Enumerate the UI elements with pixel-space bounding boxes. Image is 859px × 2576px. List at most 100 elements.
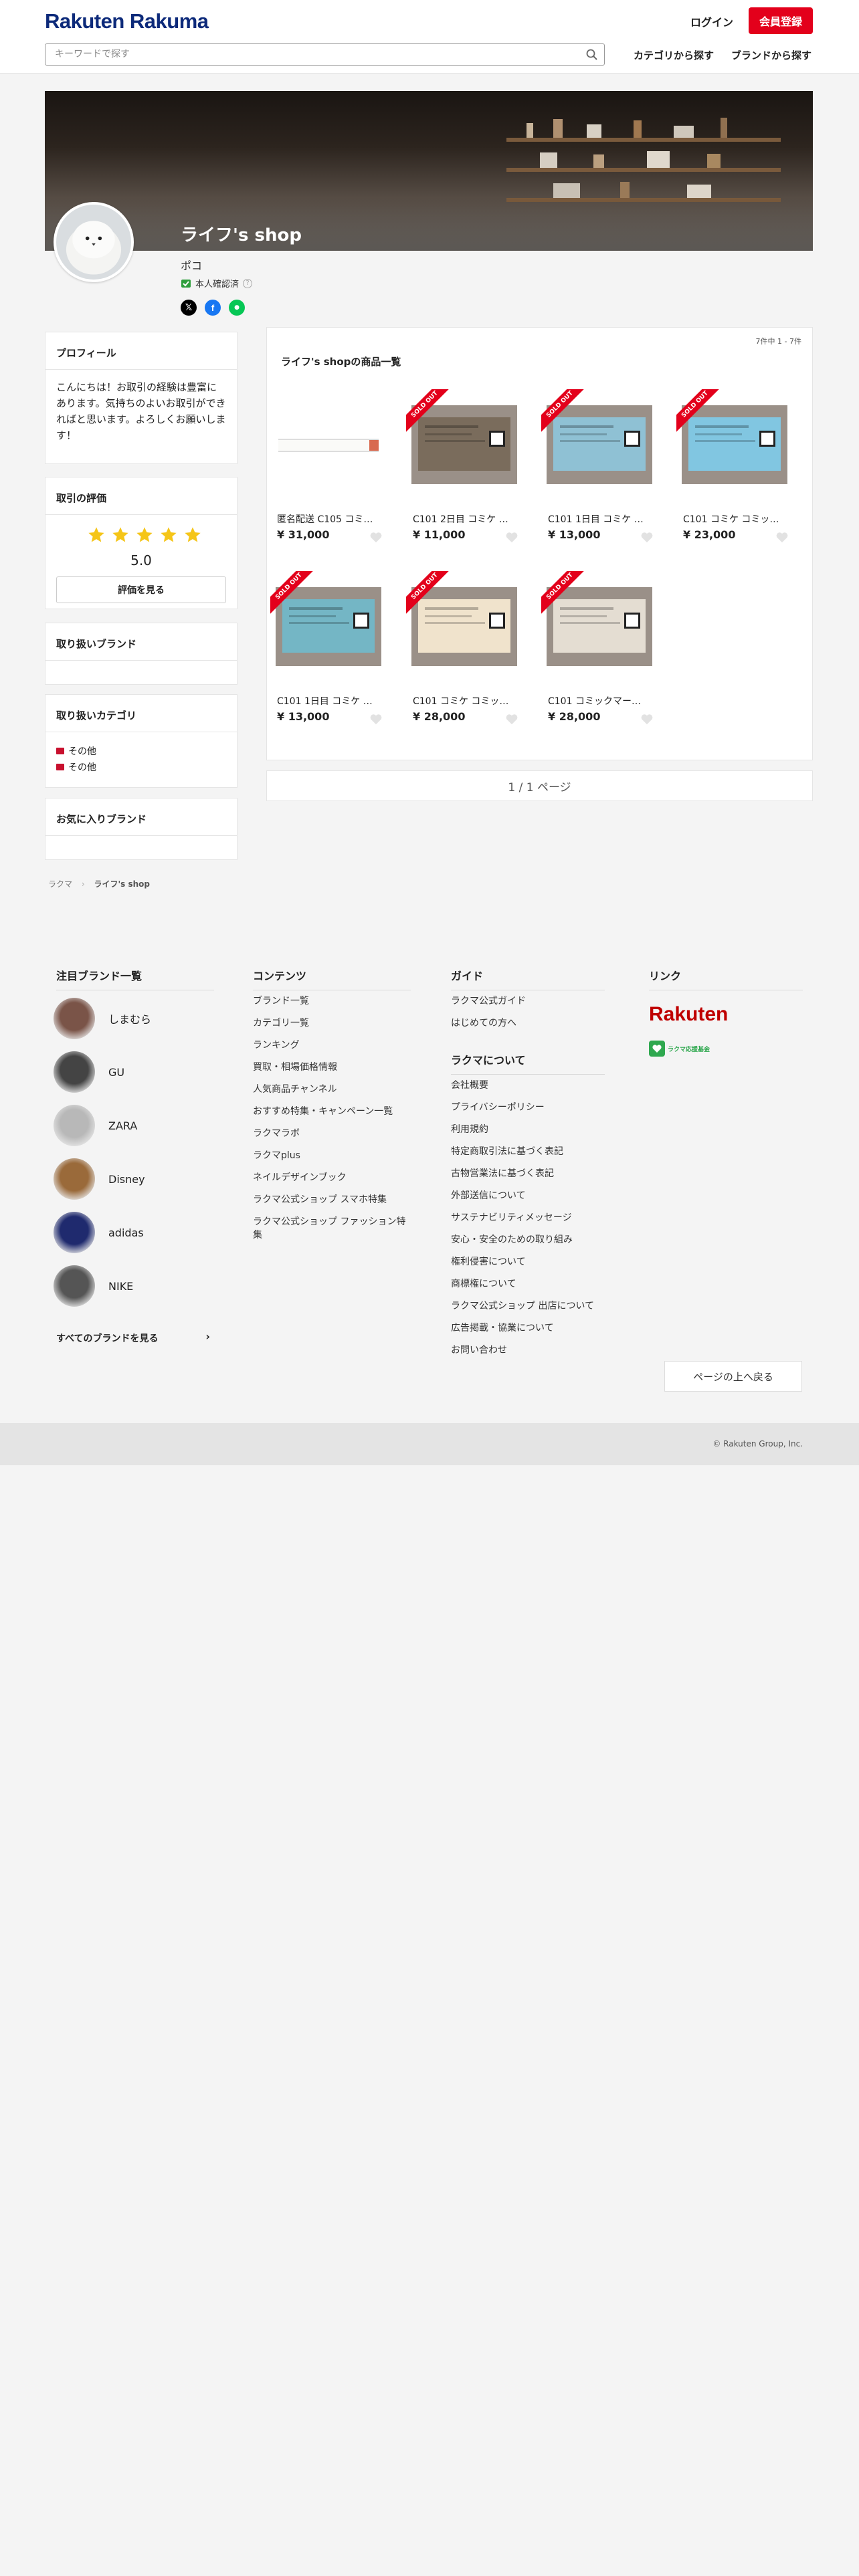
product-price: ¥ 23,000 (683, 528, 736, 541)
footer-contents-link[interactable]: おすすめ特集・キャンペーン一覧 (253, 1105, 407, 1119)
favorite-heart-icon[interactable] (505, 531, 518, 543)
nav-brand[interactable]: ブランドから探す (731, 48, 812, 62)
charity-logo[interactable]: ラクマ応援基金 (649, 1041, 710, 1057)
rating-stars (87, 526, 202, 544)
brand-name: NIKE (108, 1279, 134, 1293)
nav-category[interactable]: カテゴリから探す (634, 48, 714, 62)
product-list-title: ライフ's shopの商品一覧 (281, 356, 401, 368)
verified-badge: 本人確認済 ? (181, 277, 253, 290)
categories-title: 取り扱いカテゴリ (45, 695, 237, 732)
brand-image (54, 998, 95, 1039)
footer-about-link[interactable]: プライバシーポリシー (451, 1101, 605, 1115)
footer-contents-link[interactable]: ランキング (253, 1039, 407, 1053)
footer-about-link[interactable]: 権利侵害について (451, 1256, 605, 1269)
product-price: ¥ 31,000 (277, 528, 330, 541)
brand-name: adidas (108, 1226, 144, 1239)
product-card[interactable]: SOLD OUT C101 2日目 コミケ コミックマーケット ¥ 11,000 (406, 389, 521, 543)
product-name[interactable]: C101 コミケ コミックマーケット (683, 512, 783, 526)
footer-about-link[interactable]: 安心・安全のための取り組み (451, 1234, 605, 1247)
sold-out-badge: SOLD OUT (406, 571, 453, 618)
footer-contents-link[interactable]: 人気商品チャンネル (253, 1083, 407, 1097)
sold-out-badge: SOLD OUT (270, 571, 317, 618)
sold-out-badge: SOLD OUT (676, 389, 723, 436)
search-input[interactable] (55, 49, 577, 60)
footer-brand-item[interactable]: adidas (54, 1210, 144, 1255)
brand-image (54, 1158, 95, 1200)
product-image[interactable] (276, 405, 381, 484)
footer-contents-link[interactable]: 買取・相場価格情報 (253, 1061, 407, 1075)
favorite-heart-icon[interactable] (640, 531, 654, 543)
star-icon (112, 527, 128, 542)
rating-card: 取引の評価 5.0 評価を見る (45, 477, 237, 609)
product-card[interactable]: 匿名配送 C105 コミックマーケット105 ¥ 31,000 (270, 389, 385, 543)
footer-about-link[interactable]: お問い合わせ (451, 1344, 605, 1358)
footer-guide-link[interactable]: はじめての方へ (451, 1017, 605, 1031)
footer-about-link[interactable]: 広告掲載・協業について (451, 1322, 605, 1335)
footer-about-link[interactable]: 利用規約 (451, 1123, 605, 1137)
rakuma-logo[interactable]: Rakuten Rakuma (45, 9, 209, 33)
footer-contents-link[interactable]: ラクマ公式ショップ スマホ特集 (253, 1194, 407, 1207)
category-item[interactable]: その他 (56, 744, 96, 758)
footer-about-link[interactable]: 外部送信について (451, 1190, 605, 1203)
product-card[interactable]: SOLD OUT C101 コミックマーケット ¥ 28,000 (541, 571, 656, 725)
all-brands-link[interactable]: すべてのブランドを見る › (56, 1330, 210, 1345)
favorite-heart-icon[interactable] (369, 713, 383, 725)
footer-about-link[interactable]: 古物営業法に基づく表記 (451, 1168, 605, 1181)
profile-card: プロフィール こんにちは！お取引の経験は豊富にあります。気持ちのよいお取引ができ… (45, 332, 237, 464)
footer-brand-item[interactable]: NIKE (54, 1264, 133, 1308)
product-name[interactable]: C101 コミケ コミックマーケット (413, 694, 513, 708)
favorite-heart-icon[interactable] (640, 713, 654, 725)
favorite-heart-icon[interactable] (505, 713, 518, 725)
login-link[interactable]: ログイン (690, 13, 733, 29)
product-card[interactable]: SOLD OUT C101 コミケ コミックマーケット ¥ 28,000 (406, 571, 521, 725)
footer-brand-item[interactable]: ZARA (54, 1103, 137, 1148)
view-ratings-button[interactable]: 評価を見る (56, 576, 226, 603)
sold-out-badge: SOLD OUT (541, 389, 588, 436)
pagination: 1 / 1 ページ (266, 770, 813, 801)
footer-contents-link[interactable]: ラクマラボ (253, 1128, 407, 1141)
footer-guide-title: ガイド (451, 967, 605, 990)
footer-about-link[interactable]: ラクマ公式ショップ 出店について (451, 1300, 605, 1313)
footer-about-link[interactable]: 商標権について (451, 1278, 605, 1291)
footer-about-link[interactable]: サステナビリティメッセージ (451, 1212, 605, 1225)
product-card[interactable]: SOLD OUT C101 1日目 コミケ コミックマーケット ¥ 13,000 (270, 571, 385, 725)
register-button[interactable]: 会員登録 (749, 7, 813, 34)
footer-guide-link[interactable]: ラクマ公式ガイド (451, 995, 605, 1008)
help-icon[interactable]: ? (243, 278, 253, 288)
rakuten-logo[interactable]: Rakuten (649, 1003, 728, 1026)
footer-about-link[interactable]: 会社概要 (451, 1079, 605, 1093)
search-icon[interactable] (585, 48, 599, 62)
breadcrumb-home[interactable]: ラクマ (48, 879, 72, 889)
back-to-top-button[interactable]: ページの上へ戻る (664, 1361, 802, 1392)
category-item[interactable]: その他 (56, 760, 96, 774)
product-name[interactable]: 匿名配送 C105 コミックマーケット105 (277, 512, 377, 526)
product-name[interactable]: C101 1日目 コミケ コミックマーケット (277, 694, 377, 708)
footer-contents-link[interactable]: ラクマ公式ショップ ファッション特集 (253, 1216, 407, 1242)
product-name[interactable]: C101 2日目 コミケ コミックマーケット (413, 512, 513, 526)
footer-brand-item[interactable]: しまむら (54, 996, 151, 1041)
x-share-icon[interactable]: 𝕏 (181, 300, 197, 316)
product-card[interactable]: SOLD OUT C101 1日目 コミケ コミックマーケット ¥ 13,000 (541, 389, 656, 543)
shop-cover-image (45, 91, 813, 251)
result-count: 7件中 1 - 7件 (755, 337, 801, 346)
footer-contents-link[interactable]: ブランド一覧 (253, 995, 407, 1008)
product-card[interactable]: SOLD OUT C101 コミケ コミックマーケット ¥ 23,000 (676, 389, 791, 543)
footer-contents-link[interactable]: ネイルデザインブック (253, 1172, 407, 1185)
breadcrumb: ラクマ › ライフ's shop (48, 879, 150, 889)
brand-image (54, 1212, 95, 1253)
footer-brand-item[interactable]: Disney (54, 1157, 145, 1201)
folder-icon (56, 764, 64, 770)
verified-icon (181, 279, 191, 288)
footer-contents-link[interactable]: ラクマplus (253, 1150, 407, 1163)
brands-title: 取り扱いブランド (45, 623, 237, 661)
rating-value: 5.0 (130, 552, 152, 568)
line-share-icon[interactable]: ● (229, 300, 245, 316)
favorite-heart-icon[interactable] (775, 531, 789, 543)
product-name[interactable]: C101 1日目 コミケ コミックマーケット (548, 512, 648, 526)
footer-brand-item[interactable]: GU (54, 1050, 124, 1094)
favorite-heart-icon[interactable] (369, 531, 383, 543)
footer-contents-link[interactable]: カテゴリ一覧 (253, 1017, 407, 1031)
facebook-share-icon[interactable]: f (205, 300, 221, 316)
footer-about-link[interactable]: 特定商取引法に基づく表記 (451, 1146, 605, 1159)
product-name[interactable]: C101 コミックマーケット (548, 694, 648, 708)
